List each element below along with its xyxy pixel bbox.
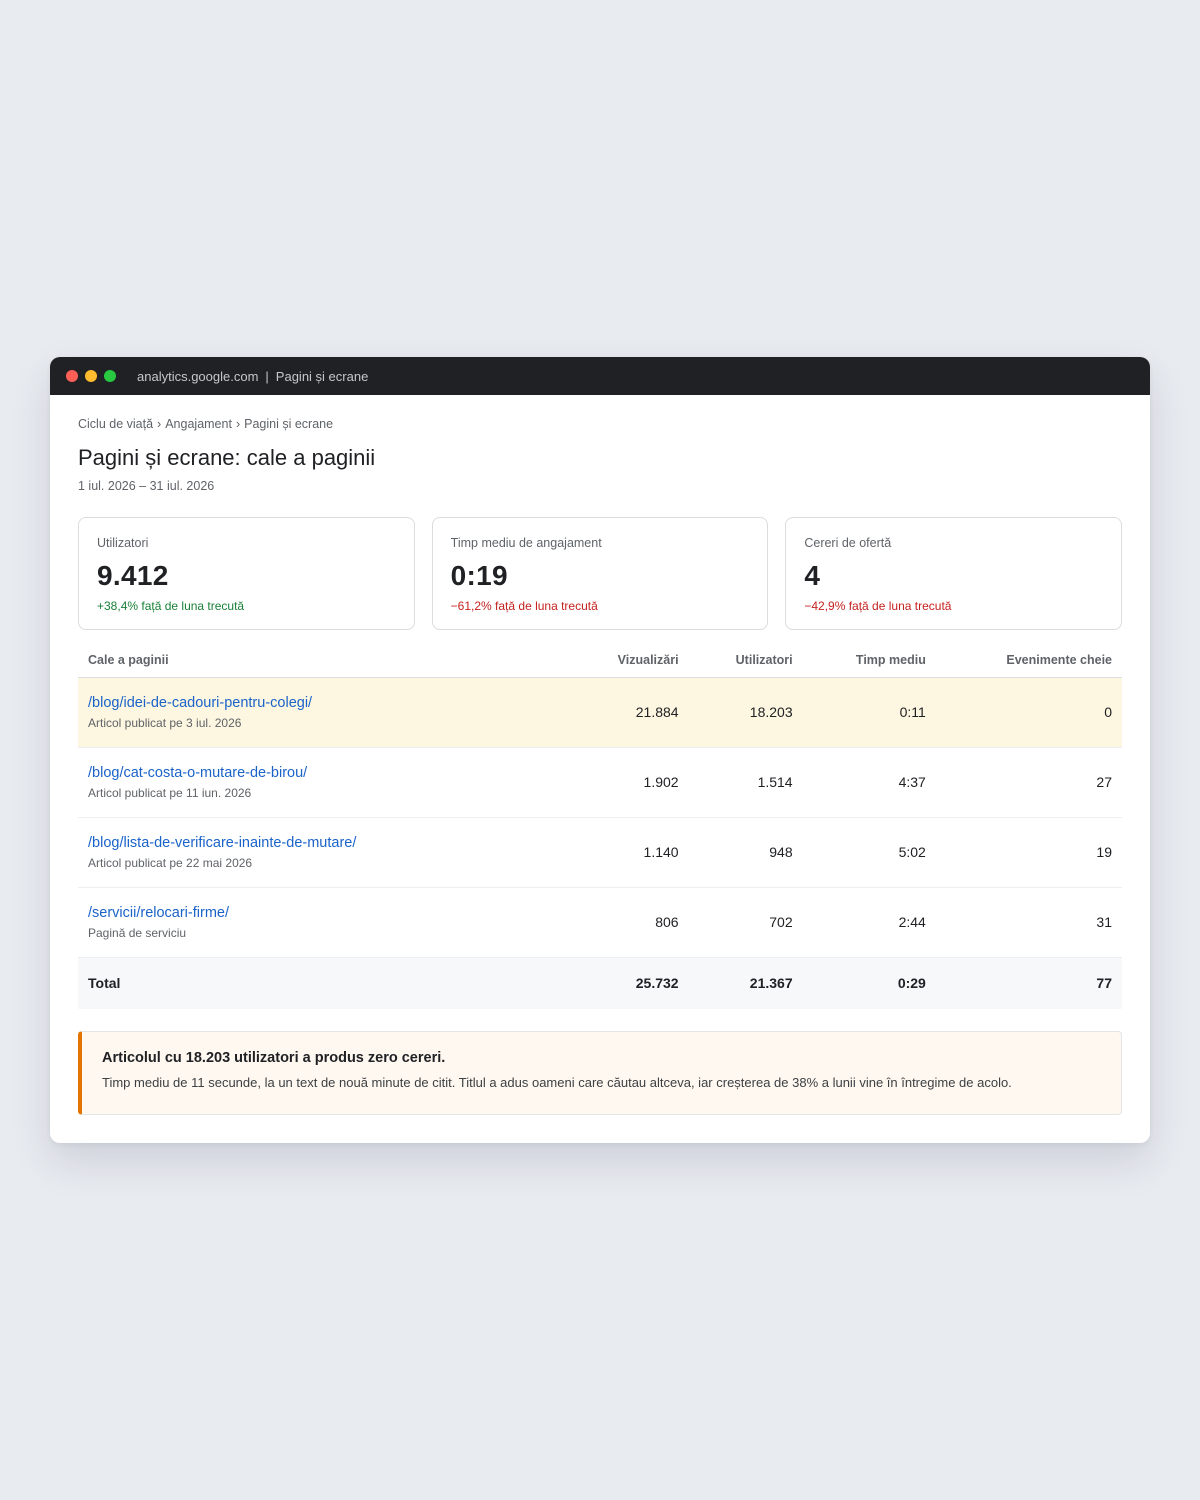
title-bar: analytics.google.com | Pagini și ecrane xyxy=(50,357,1150,395)
table-row: /blog/lista-de-verificare-inainte-de-mut… xyxy=(78,817,1122,888)
page-title: Pagini și ecrane: cale a paginii xyxy=(78,445,376,470)
avg-time-cell: 2:44 xyxy=(802,887,936,958)
total-users: 21.367 xyxy=(688,957,803,1009)
views-cell: 806 xyxy=(568,887,689,958)
insight-callout: Articolul cu 18.203 utilizatori a produs… xyxy=(78,1031,1122,1115)
page-path-link[interactable]: /blog/cat-costa-o-mutare-de-birou/ xyxy=(88,765,559,781)
breadcrumb-item-engagement[interactable]: Angajament xyxy=(165,417,232,431)
table-row: /blog/cat-costa-o-mutare-de-birou/ Artic… xyxy=(78,747,1122,818)
users-cell: 702 xyxy=(688,887,803,958)
views-cell: 1.902 xyxy=(568,747,689,818)
close-window-button[interactable] xyxy=(66,370,78,382)
avg-time-cell: 5:02 xyxy=(802,817,936,888)
key-events-cell: 31 xyxy=(935,887,1122,958)
users-cell: 18.203 xyxy=(688,677,803,748)
key-events-cell: 27 xyxy=(935,747,1122,818)
total-key-events: 77 xyxy=(935,957,1122,1009)
table-row: /servicii/relocari-firme/ Pagină de serv… xyxy=(78,887,1122,958)
views-cell: 21.884 xyxy=(568,677,689,748)
page-path-cell: /blog/lista-de-verificare-inainte-de-mut… xyxy=(78,817,569,888)
breadcrumb-item-pages[interactable]: Pagini și ecrane xyxy=(244,417,333,431)
total-label: Total xyxy=(78,957,569,1009)
column-header-page-path[interactable]: Cale a paginii xyxy=(78,644,569,678)
kpi-delta: +38,4% față de luna trecută xyxy=(97,599,245,613)
kpi-label: Cereri de ofertă xyxy=(804,536,892,550)
table-header-row: Cale a paginii Vizualizări Utilizatori T… xyxy=(78,644,1122,678)
avg-time-cell: 0:11 xyxy=(802,677,936,748)
page-path-link[interactable]: /servicii/relocari-firme/ xyxy=(88,905,559,921)
url-separator: | xyxy=(265,368,269,384)
browser-window: analytics.google.com | Pagini și ecrane Ci… xyxy=(50,357,1150,1143)
kpi-value: 0:19 xyxy=(450,560,508,591)
page-path-description: Articol publicat pe 3 iul. 2026 xyxy=(88,715,242,730)
pages-table: Cale a paginii Vizualizări Utilizatori T… xyxy=(78,644,1122,1009)
kpi-card-quote-requests[interactable]: Cereri de ofertă 4 −42,9% față de luna t… xyxy=(785,517,1123,630)
report-content: Ciclu de viață › Angajament › Pagini și ecra… xyxy=(50,395,1150,1115)
address-bar[interactable]: analytics.google.com | Pagini și ecrane xyxy=(137,369,368,384)
avg-time-cell: 4:37 xyxy=(802,747,936,818)
kpi-delta: −61,2% față de luna trecută xyxy=(450,599,598,613)
key-events-cell: 19 xyxy=(935,817,1122,888)
kpi-value: 4 xyxy=(804,560,821,591)
key-events-cell: 0 xyxy=(935,677,1122,748)
page-path-description: Articol publicat pe 22 mai 2026 xyxy=(88,855,253,870)
kpi-label: Utilizatori xyxy=(97,536,149,550)
breadcrumb-item-lifecycle[interactable]: Ciclu de viață xyxy=(78,417,153,431)
page-path-link[interactable]: /blog/lista-de-verificare-inainte-de-mut… xyxy=(88,835,559,851)
column-header-views[interactable]: Vizualizări xyxy=(568,644,689,678)
kpi-card-users[interactable]: Utilizatori 9.412 +38,4% față de luna tr… xyxy=(78,517,415,630)
insight-text: Timp mediu de 11 secunde, la un text de … xyxy=(102,1075,1012,1090)
page-path-link[interactable]: /blog/idei-de-cadouri-pentru-colegi/ xyxy=(88,695,559,711)
kpi-card-engagement-time[interactable]: Timp mediu de angajament 0:19 −61,2% faț… xyxy=(431,517,769,630)
maximize-window-button[interactable] xyxy=(104,370,116,382)
page-path-cell: /servicii/relocari-firme/ Pagină de serv… xyxy=(78,887,569,958)
kpi-cards: Utilizatori 9.412 +38,4% față de luna tr… xyxy=(78,517,1123,630)
insight-title: Articolul cu 18.203 utilizatori a produs… xyxy=(102,1050,446,1066)
page-path-cell: /blog/idei-de-cadouri-pentru-colegi/ Art… xyxy=(78,677,569,748)
kpi-label: Timp mediu de angajament xyxy=(450,536,602,550)
users-cell: 1.514 xyxy=(688,747,803,818)
page-path-cell: /blog/cat-costa-o-mutare-de-birou/ Artic… xyxy=(78,747,569,818)
column-header-users[interactable]: Utilizatori xyxy=(688,644,803,678)
date-range[interactable]: 1 iul. 2026 – 31 iul. 2026 xyxy=(78,479,1122,493)
url-domain: analytics.google.com xyxy=(137,368,259,384)
table-total-row: Total 25.732 21.367 0:29 77 xyxy=(78,957,1122,1009)
column-header-key-events[interactable]: Evenimente cheie xyxy=(935,644,1122,678)
minimize-window-button[interactable] xyxy=(85,370,97,382)
page-path-description: Pagină de serviciu xyxy=(88,925,187,940)
column-header-avg-time[interactable]: Timp mediu xyxy=(802,644,936,678)
breadcrumb-chevron-icon: › xyxy=(235,417,241,431)
kpi-value: 9.412 xyxy=(97,560,169,591)
total-views: 25.732 xyxy=(568,957,689,1009)
views-cell: 1.140 xyxy=(568,817,689,888)
kpi-delta: −42,9% față de luna trecută xyxy=(804,599,952,613)
page-path-description: Articol publicat pe 11 iun. 2026 xyxy=(88,785,252,800)
breadcrumb: Ciclu de viață › Angajament › Pagini și ecra… xyxy=(78,417,1122,433)
breadcrumb-chevron-icon: › xyxy=(157,417,162,431)
total-avg-time: 0:29 xyxy=(802,957,936,1009)
users-cell: 948 xyxy=(688,817,803,888)
url-page-title: Pagini și ecrane xyxy=(275,368,369,384)
table-row: /blog/idei-de-cadouri-pentru-colegi/ Art… xyxy=(78,677,1122,748)
